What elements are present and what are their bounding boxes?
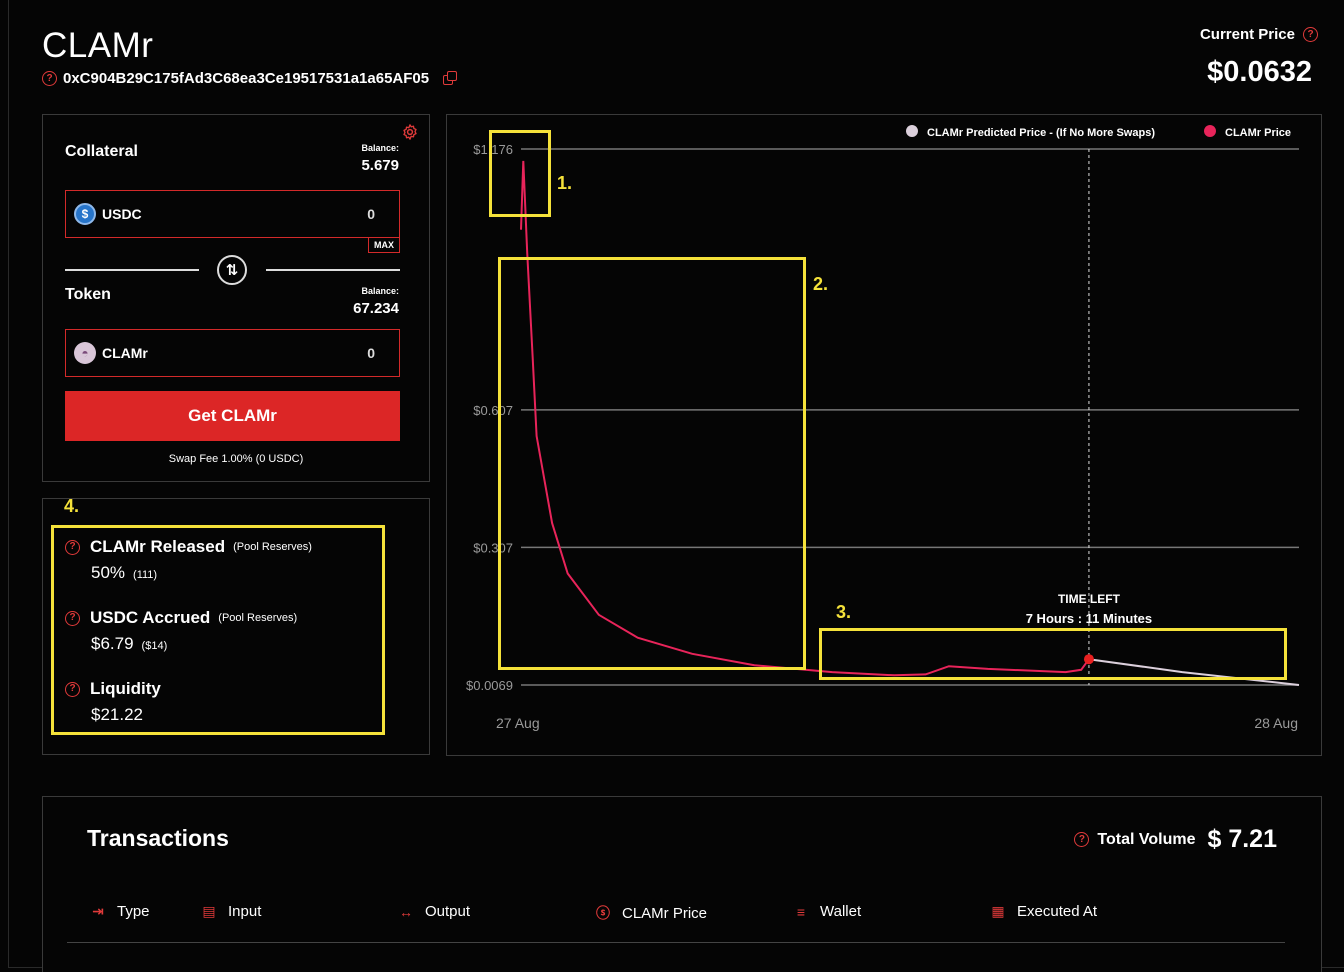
token-name: CLAMr: [102, 345, 148, 361]
swap-panel: Collateral Balance: 5.679 $ USDC 0 MAX ⇅…: [42, 114, 430, 482]
copy-icon[interactable]: [443, 71, 458, 86]
get-clamr-button[interactable]: Get CLAMr: [65, 391, 400, 441]
time-left-label: TIME LEFT: [1058, 592, 1121, 606]
wallet-icon: ≡: [796, 903, 806, 920]
help-icon[interactable]: ?: [1303, 27, 1318, 42]
max-button[interactable]: MAX: [368, 237, 400, 253]
table-header-divider: [67, 942, 1285, 943]
x-tick-label: 27 Aug: [496, 715, 540, 731]
legend-label-price: CLAMr Price: [1225, 127, 1291, 139]
total-volume-value: $ 7.21: [1207, 825, 1277, 853]
calendar-icon: ▦: [991, 903, 1005, 919]
help-icon[interactable]: ?: [1074, 832, 1090, 847]
collateral-label: Collateral: [65, 143, 138, 160]
annotation-box-4: [51, 525, 385, 735]
transactions-panel: Transactions ? Total Volume $ 7.21 ⇥ Typ…: [42, 796, 1322, 972]
column-executed-at-label: Executed At: [1017, 903, 1098, 920]
x-tick-label: 28 Aug: [1254, 715, 1298, 731]
type-icon: ⇥: [92, 903, 104, 919]
contract-address: 0xC904B29C175fAd3C68ea3Ce19517531a1a65AF…: [63, 70, 430, 87]
help-icon[interactable]: ?: [42, 71, 57, 86]
time-left-value: 7 Hours : 11 Minutes: [1026, 611, 1152, 626]
column-wallet-label: Wallet: [820, 903, 862, 920]
legend-marker-price: [1204, 125, 1216, 137]
current-price-label-row: Current Price ?: [1200, 26, 1318, 43]
collateral-input[interactable]: $ USDC 0: [65, 190, 400, 238]
dollar-icon: ⓢ: [596, 905, 610, 921]
column-input-label: Input: [228, 903, 262, 920]
swap-arrows-icon: ⇅: [225, 262, 239, 279]
current-price-label: Current Price: [1199, 26, 1295, 43]
output-icon: ↔: [399, 903, 413, 920]
annotation-box-1: [489, 130, 551, 217]
token-balance: 67.234: [353, 300, 399, 317]
annotation-label-4: 4.: [64, 496, 80, 516]
address-row: ? 0xC904B29C175fAd3C68ea3Ce19517531a1a65…: [42, 70, 458, 87]
token-title: CLAMr: [42, 26, 154, 65]
collateral-balance-caption: Balance:: [361, 143, 399, 153]
token-balance-caption: Balance:: [361, 286, 399, 296]
y-tick-label: $0.0069: [466, 678, 513, 693]
swap-fee: Swap Fee 1.00% (0 USDC): [168, 453, 304, 465]
total-volume: ? Total Volume $ 7.21: [1074, 825, 1277, 854]
legend-label-predicted: CLAMr Predicted Price - (If No More Swap…: [927, 127, 1155, 139]
token-amount[interactable]: 0: [367, 345, 375, 361]
collateral-token: USDC: [102, 206, 142, 222]
annotation-label-2: 2.: [813, 274, 829, 294]
gear-icon[interactable]: [401, 123, 419, 141]
collateral-amount[interactable]: 0: [367, 206, 375, 222]
token-label: Token: [65, 286, 111, 303]
usdc-icon: $: [74, 203, 96, 225]
column-clamr-price-label: CLAMr Price: [622, 904, 708, 922]
column-clamr-price[interactable]: ⓢ CLAMr Price: [594, 903, 707, 923]
legend-marker-predicted: [906, 125, 918, 137]
chart-legend: CLAMr Predicted Price - (If No More Swap…: [906, 125, 1291, 139]
column-type-label: Type: [117, 903, 150, 920]
column-output[interactable]: ↔ Output: [397, 903, 470, 920]
annotation-box-2: [498, 257, 806, 670]
column-output-label: Output: [425, 903, 471, 920]
divider-left: [65, 269, 199, 271]
annotation-label-3: 3.: [836, 602, 852, 622]
swap-direction-button[interactable]: ⇅: [217, 255, 247, 285]
token-input[interactable]: ◓ CLAMr 0: [65, 329, 400, 377]
total-volume-label: Total Volume: [1097, 830, 1196, 848]
collateral-balance: 5.679: [361, 157, 399, 174]
annotation-label-1: 1.: [557, 173, 573, 193]
annotation-box-3: [819, 628, 1287, 680]
column-wallet[interactable]: ≡ Wallet: [792, 903, 861, 920]
clam-icon: ◓: [74, 342, 96, 364]
column-type[interactable]: ⇥ Type: [89, 903, 150, 920]
column-input[interactable]: ▤ Input: [200, 903, 261, 920]
divider-right: [266, 269, 400, 271]
input-icon: ▤: [202, 903, 216, 919]
transactions-title: Transactions: [87, 825, 229, 851]
column-executed-at[interactable]: ▦ Executed At: [989, 903, 1097, 920]
current-price-value: $0.0632: [1207, 56, 1312, 88]
